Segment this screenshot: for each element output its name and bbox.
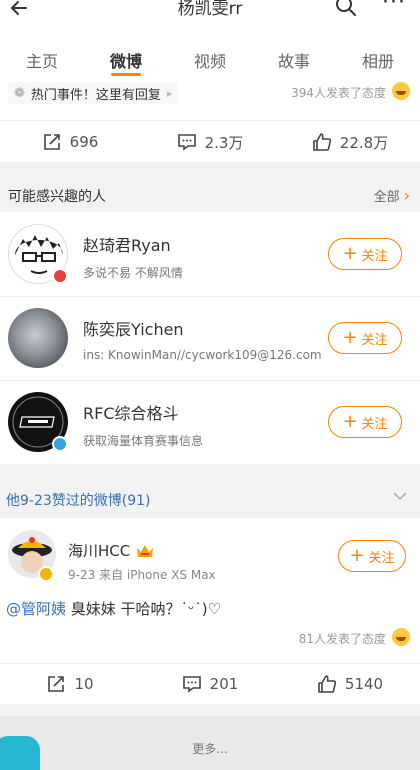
follow-label: 关注 xyxy=(361,248,388,264)
reaction-count[interactable]: 394人发表了态度 xyxy=(291,84,386,101)
smile-emoji-icon[interactable] xyxy=(392,82,410,100)
like-button[interactable]: 5140 xyxy=(280,664,420,704)
post-text: 臭妹妹 干哈呐？˙ᵕ˙)♡ xyxy=(66,600,222,618)
plus-icon: + xyxy=(342,411,358,432)
tab-home[interactable]: 主页 xyxy=(0,32,84,82)
user-desc: 获取海量体育赛事信息 xyxy=(83,434,204,448)
user-name[interactable]: 赵琦君Ryan xyxy=(83,232,171,256)
tab-story[interactable]: 故事 xyxy=(252,32,336,82)
plus-icon: + xyxy=(342,243,358,264)
post-meta: 9-23 来自 iPhone XS Max xyxy=(68,566,216,583)
topic-chip[interactable]: ❁ 热门事件！这里有回复 ▸ xyxy=(8,82,179,104)
repost-button[interactable]: 10 xyxy=(0,664,140,704)
mention-link[interactable]: @管阿姨 xyxy=(6,600,66,618)
repost-count: 10 xyxy=(74,675,94,693)
verified-badge xyxy=(38,566,54,582)
more-area: 更多... xyxy=(0,716,420,770)
verified-badge xyxy=(52,268,68,284)
suggestion-item[interactable]: 赵琦君Ryan 多说不易 不解风情 + 关注 xyxy=(0,212,420,296)
user-name[interactable]: 陈奕辰Yichen xyxy=(83,316,184,340)
load-more-link[interactable]: 更多... xyxy=(0,740,420,757)
post-source: 来自 iPhone XS Max xyxy=(99,568,216,582)
suggestion-item[interactable]: 陈奕辰Yichen ins: KnowinMan//cycwork109@126… xyxy=(0,296,420,380)
comment-button[interactable]: 201 xyxy=(140,664,280,704)
like-count: 5140 xyxy=(344,675,384,693)
post-actions: 696 2.3万 22.8万 xyxy=(0,122,420,162)
comment-icon xyxy=(177,134,196,151)
chevron-right-icon: › xyxy=(403,186,410,205)
see-all-label: 全部 xyxy=(373,190,400,205)
tab-album[interactable]: 相册 xyxy=(336,32,420,82)
tab-weibo[interactable]: 微博 xyxy=(84,32,168,82)
repost-icon xyxy=(48,676,65,692)
liked-post-card: 海川HCC 9-23 来自 iPhone XS Max + 关注 @管阿姨 臭妹妹… xyxy=(0,518,420,704)
user-name[interactable]: RFC综合格斗 xyxy=(83,400,179,424)
author-name: 海川HCC xyxy=(68,542,131,560)
suggestions-title: 可能感兴趣的人 xyxy=(8,189,106,205)
liked-title: 他9-23赞过的微博(91) xyxy=(6,493,151,509)
profile-tabs: 主页 微博 视频 故事 相册 xyxy=(0,32,420,82)
topic-icon: ❁ xyxy=(14,85,25,101)
smile-emoji-icon[interactable] xyxy=(392,628,410,646)
post-author[interactable]: 海川HCC xyxy=(68,540,154,561)
plus-icon: + xyxy=(342,327,358,348)
follow-button[interactable]: + 关注 xyxy=(328,322,402,354)
comment-icon xyxy=(182,676,201,693)
suggestions-list: 赵琦君Ryan 多说不易 不解风情 + 关注 陈奕辰Yichen ins: Kno… xyxy=(0,212,420,464)
search-icon[interactable] xyxy=(334,0,358,18)
comment-button[interactable]: 2.3万 xyxy=(140,122,280,162)
follow-label: 关注 xyxy=(361,416,388,432)
avatar[interactable] xyxy=(8,308,68,368)
thumbs-up-icon xyxy=(318,675,337,693)
follow-button[interactable]: + 关注 xyxy=(328,406,402,438)
suggestions-header: 可能感兴趣的人 全部 › xyxy=(0,176,420,212)
suggestion-item[interactable]: RFC综合格斗 获取海量体育赛事信息 + 关注 xyxy=(0,380,420,464)
thumbs-up-icon xyxy=(312,133,331,151)
follow-label: 关注 xyxy=(361,332,388,348)
post-actions: 10 201 5140 xyxy=(0,664,420,704)
crown-icon xyxy=(137,545,154,557)
plus-icon: + xyxy=(349,545,365,566)
tab-video[interactable]: 视频 xyxy=(168,32,252,82)
reaction-count[interactable]: 81人发表了态度 xyxy=(299,630,386,647)
repost-button[interactable]: 696 xyxy=(0,122,140,162)
follow-label: 关注 xyxy=(368,550,395,566)
more-icon[interactable]: ··· xyxy=(382,0,406,14)
divider xyxy=(0,120,420,121)
like-button[interactable]: 22.8万 xyxy=(280,122,420,162)
verified-badge xyxy=(52,436,68,452)
see-all-link[interactable]: 全部 › xyxy=(374,186,410,205)
post-card: ❁ 热门事件！这里有回复 ▸ 394人发表了态度 696 2.3万 22.8万 xyxy=(0,82,420,162)
liked-header[interactable]: 他9-23赞过的微博(91) xyxy=(0,478,420,518)
comment-count: 201 xyxy=(209,675,239,693)
topic-text: 热门事件！这里有回复 xyxy=(30,87,161,103)
repost-icon xyxy=(43,134,60,150)
user-desc: 多说不易 不解风情 xyxy=(83,266,183,280)
post-body: @管阿姨 臭妹妹 干哈呐？˙ᵕ˙)♡ xyxy=(6,598,221,619)
user-desc: ins: KnowinMan//cycwork109@126.com xyxy=(83,348,322,362)
comment-count: 2.3万 xyxy=(204,133,244,152)
follow-button[interactable]: + 关注 xyxy=(338,540,406,572)
floating-mascot-icon[interactable] xyxy=(0,736,40,770)
chevron-right-icon: ▸ xyxy=(166,86,173,100)
top-bar: 杨凯雯rr ··· xyxy=(0,0,420,32)
chevron-down-icon[interactable] xyxy=(392,488,408,504)
like-count: 22.8万 xyxy=(339,133,389,152)
repost-count: 696 xyxy=(69,133,99,151)
post-date: 9-23 xyxy=(68,568,96,582)
follow-button[interactable]: + 关注 xyxy=(328,238,402,270)
